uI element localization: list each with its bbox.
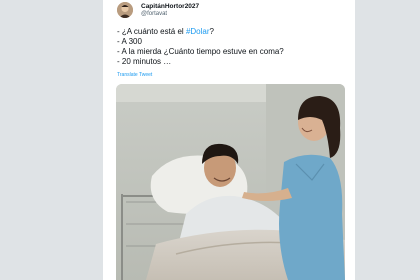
user-handle[interactable]: @fortavat xyxy=(141,11,167,17)
avatar[interactable] xyxy=(117,2,133,18)
tweet-line: - 20 minutos … xyxy=(117,57,172,66)
tweet-line-suffix: ? xyxy=(209,27,214,36)
tweet-line-prefix: - ¿A cuánto está el xyxy=(117,27,186,36)
tweet-line: - A la mierda ¿Cuánto tiempo estuve en c… xyxy=(117,47,284,56)
tweet-text: - ¿A cuánto está el #Dolar? - A 300 - A … xyxy=(117,27,351,67)
translate-tweet-link[interactable]: Translate Tweet xyxy=(117,72,152,78)
tweet-card: CapitánHortor2027 @fortavat - ¿A cuánto … xyxy=(103,0,355,280)
tweet-line: - ¿A cuánto está el #Dolar? xyxy=(117,27,351,37)
tweet-photo[interactable] xyxy=(116,84,345,280)
display-name[interactable]: CapitánHortor2027 xyxy=(141,3,199,10)
hashtag-link[interactable]: #Dolar xyxy=(186,27,210,36)
tweet-line: - A 300 xyxy=(117,37,142,46)
